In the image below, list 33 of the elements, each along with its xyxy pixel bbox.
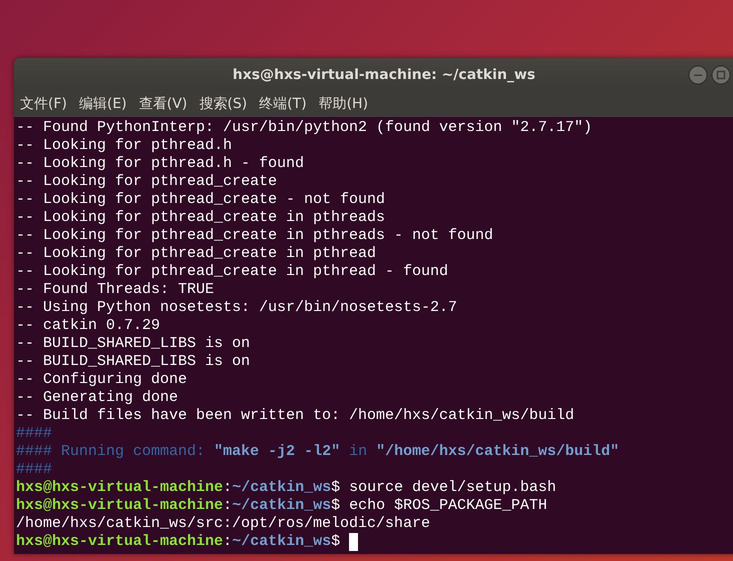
terminal-line: -- Looking for pthread_create in pthreads - not found: [16, 227, 494, 245]
terminal-line: -- BUILD_SHARED_LIBS is on: [16, 353, 252, 371]
terminal-line: hxs@hxs-virtual-machine:~/catkin_ws$ echo $ROS_PACKAGE_PATH: [16, 497, 548, 515]
terminal-line: hxs@hxs-virtual-machine:~/catkin_ws$: [16, 533, 733, 551]
terminal-line: -- Configuring done: [16, 371, 188, 389]
window-title: hxs@hxs-virtual-machine: ~/catkin_ws: [232, 66, 536, 82]
menu-item[interactable]: 文件(F): [20, 95, 73, 113]
menu-item[interactable]: 搜索(S): [199, 95, 254, 113]
terminal-line: ####: [16, 461, 54, 479]
terminal-line: -- Looking for pthread_create in pthread - found: [16, 263, 450, 281]
terminal-line: -- Build files have been written to: /home/hxs/catkin_ws/build: [16, 407, 576, 425]
terminal-line: -- BUILD_SHARED_LIBS is on: [16, 335, 252, 353]
menu-item[interactable]: 帮助(H): [318, 95, 374, 113]
terminal-line: -- Looking for pthread.h - found: [16, 155, 306, 173]
terminal-line: -- Found PythonInterp: /usr/bin/python2 (found version "2.7.17"): [16, 119, 594, 137]
maximize-icon[interactable]: [711, 65, 731, 85]
minimize-icon[interactable]: [688, 65, 708, 85]
terminal-line: /home/hxs/catkin_ws/src:/opt/ros/melodic/share: [16, 515, 432, 533]
terminal-line: #### Running command: "make -j2 -l2" in "/home/hxs/catkin_ws/build": [16, 443, 620, 461]
menu-item[interactable]: 终端(T): [259, 95, 313, 113]
terminal-line: -- Looking for pthread_create in pthread: [16, 245, 378, 263]
terminal-line: -- Looking for pthread_create in pthreads: [16, 209, 386, 227]
menu-item[interactable]: 查看(V): [138, 95, 194, 113]
terminal-line: -- Generating done: [16, 389, 180, 407]
terminal-line: -- Looking for pthread_create - not found: [16, 191, 386, 209]
terminal-line: hxs@hxs-virtual-machine:~/catkin_ws$ source devel/setup.bash: [16, 479, 558, 497]
terminal-line: -- Found Threads: TRUE: [16, 281, 216, 299]
menu-item[interactable]: 编辑(E): [78, 95, 133, 113]
terminal-line: -- Using Python nosetests: /usr/bin/nosetests-2.7: [16, 299, 458, 317]
terminal-line: -- Looking for pthread.h: [16, 137, 234, 155]
terminal-line: ####: [16, 425, 54, 443]
terminal-line: -- catkin 0.7.29: [16, 317, 162, 335]
terminal-line: -- Looking for pthread_create: [16, 173, 278, 191]
